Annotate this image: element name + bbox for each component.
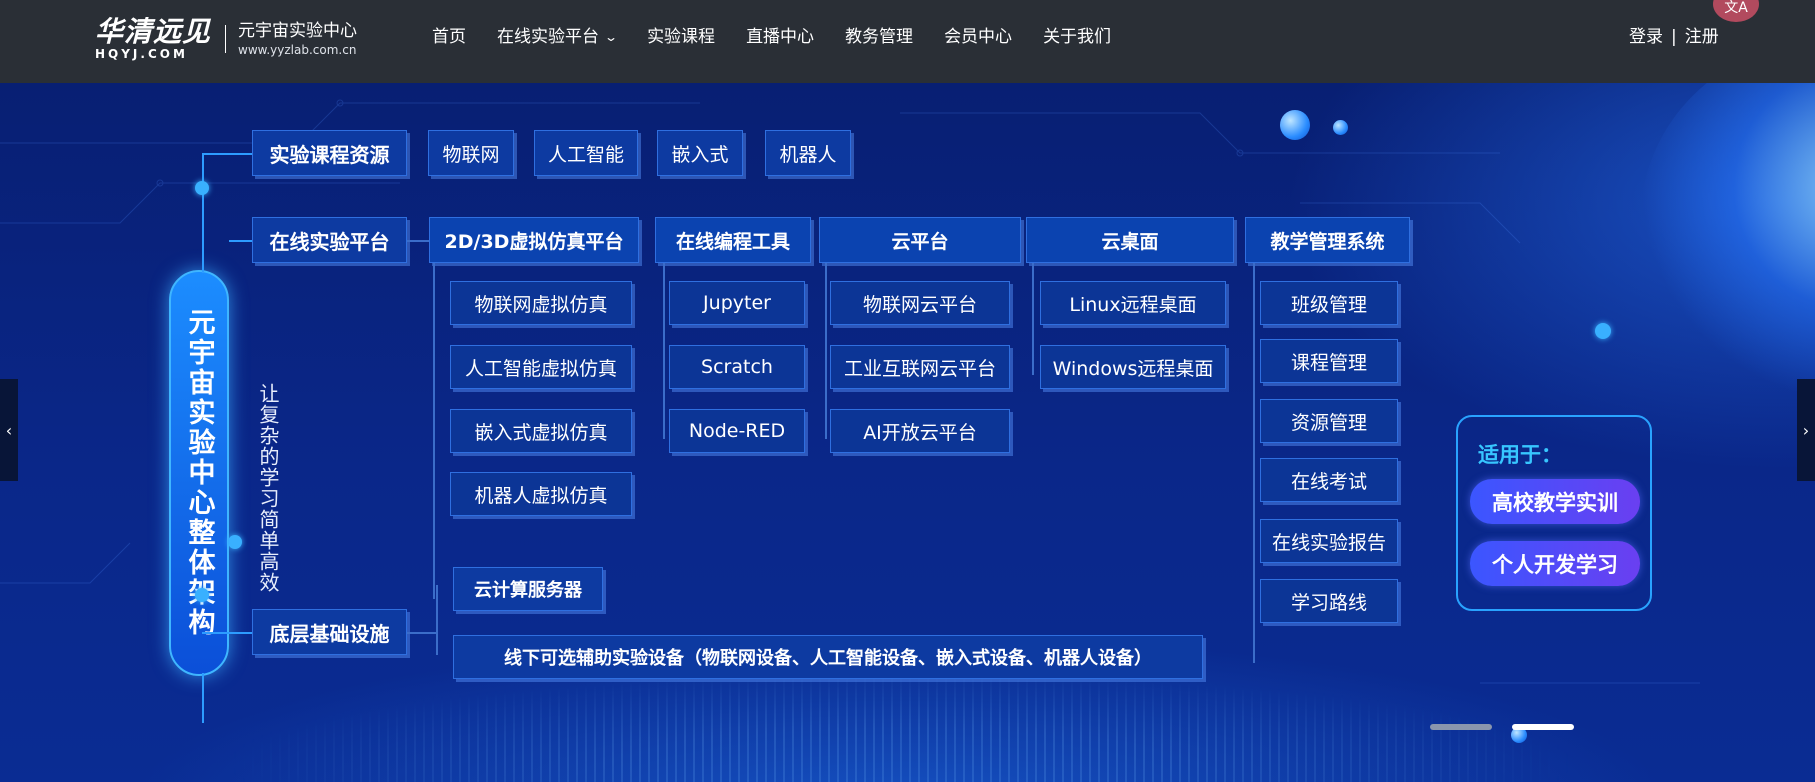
site-header: 华清远见 HQYJ.COM 元宇宙实验中心 www.yyzlab.com.cn … [0, 0, 1815, 83]
hero-banner: 元宇宙实验中心整体架构 让复杂的学习简单高效 实验课程资源 物联网 人工智能 嵌… [0, 83, 1815, 782]
connector [407, 240, 429, 242]
nav-online-platform-label: 在线实验平台 [497, 27, 599, 47]
connector-node [1595, 323, 1611, 339]
connector-node [195, 588, 209, 602]
logo-subtitle: 元宇宙实验中心 www.yyzlab.com.cn [238, 20, 357, 58]
connector [1253, 263, 1255, 663]
course-ai[interactable]: 人工智能 [534, 130, 638, 176]
course-embedded[interactable]: 嵌入式 [657, 130, 743, 176]
logo-cn: 华清远见 [95, 15, 212, 48]
tool-node-red[interactable]: Node-RED [669, 409, 805, 453]
nav-academic-label: 教务管理 [845, 27, 914, 47]
connector-node [228, 535, 242, 549]
login-link[interactable]: 登录 [1629, 25, 1663, 49]
nav-online-platform[interactable]: 在线实验平台 ⌄ [497, 25, 619, 49]
connector [433, 263, 435, 599]
logo-divider [225, 25, 227, 53]
slide-indicator[interactable] [1430, 724, 1492, 730]
sim-ai[interactable]: 人工智能虚拟仿真 [450, 345, 632, 389]
chevron-down-icon: ⌄ [603, 30, 619, 44]
connector-node [195, 181, 209, 195]
carousel-indicators [1430, 724, 1574, 730]
chevron-right-icon: › [1802, 420, 1810, 440]
infrastructure-label: 底层基础设施 [252, 609, 407, 655]
architecture-title-pill: 元宇宙实验中心整体架构 [169, 270, 229, 676]
connector [202, 153, 204, 273]
desktop-windows[interactable]: Windows远程桌面 [1040, 345, 1226, 389]
infra-offline-devices[interactable]: 线下可选辅助实验设备（物联网设备、人工智能设备、嵌入式设备、机器人设备） [453, 635, 1203, 679]
connector [202, 673, 204, 723]
carousel-prev-button[interactable]: ‹ [0, 379, 18, 481]
connector [202, 153, 252, 155]
mgmt-exam[interactable]: 在线考试 [1260, 458, 1398, 502]
sim-robotics[interactable]: 机器人虚拟仿真 [450, 472, 632, 516]
applicable-panel: 适用于： 高校教学实训 个人开发学习 [1456, 415, 1652, 611]
translate-icon[interactable]: 文A [1713, 0, 1759, 22]
coding-tools-header: 在线编程工具 [655, 217, 811, 263]
nav-about-label: 关于我们 [1043, 27, 1112, 47]
cloud-industrial[interactable]: 工业互联网云平台 [830, 345, 1010, 389]
tool-jupyter[interactable]: Jupyter [669, 281, 805, 325]
carousel-next-button[interactable]: › [1797, 379, 1815, 481]
teaching-mgmt-header: 教学管理系统 [1245, 217, 1410, 263]
online-platform-label: 在线实验平台 [252, 217, 407, 263]
nav-live[interactable]: 直播中心 [746, 25, 814, 49]
course-robotics[interactable]: 机器人 [765, 130, 851, 176]
sim-iot[interactable]: 物联网虚拟仿真 [450, 281, 632, 325]
applicable-personal-learning[interactable]: 个人开发学习 [1470, 541, 1640, 586]
cloud-ai[interactable]: AI开放云平台 [830, 409, 1010, 453]
architecture-subtitle: 让复杂的学习简单高效 [256, 383, 280, 593]
decorative-orb [1280, 110, 1310, 140]
logo-subtitle-url: www.yyzlab.com.cn [238, 43, 357, 57]
course-iot[interactable]: 物联网 [428, 130, 514, 176]
mgmt-class[interactable]: 班级管理 [1260, 281, 1398, 325]
mgmt-course[interactable]: 课程管理 [1260, 339, 1398, 383]
cloud-platform-header: 云平台 [819, 217, 1021, 263]
connector [229, 240, 252, 242]
applicable-title: 适用于： [1478, 443, 1562, 467]
slide-indicator-active[interactable] [1512, 724, 1574, 730]
logo-subtitle-cn: 元宇宙实验中心 [238, 21, 358, 41]
nav-academic[interactable]: 教务管理 [845, 25, 913, 49]
main-nav: 首页 在线实验平台 ⌄ 实验课程 直播中心 教务管理 会员中心 关于我们 [432, 25, 1142, 49]
sim-platform-header: 2D/3D虚拟仿真平台 [429, 217, 639, 263]
infra-cloud-server[interactable]: 云计算服务器 [453, 567, 603, 611]
cloud-desktop-header: 云桌面 [1026, 217, 1234, 263]
chevron-left-icon: ‹ [5, 420, 13, 440]
nav-member-label: 会员中心 [944, 27, 1013, 47]
connector [825, 263, 827, 439]
decorative-orb [1333, 120, 1348, 135]
nav-live-label: 直播中心 [746, 27, 815, 47]
tool-scratch[interactable]: Scratch [669, 345, 805, 389]
connector [202, 632, 252, 634]
cloud-iot[interactable]: 物联网云平台 [830, 281, 1010, 325]
connector [1032, 263, 1034, 375]
applicable-university-training[interactable]: 高校教学实训 [1470, 479, 1640, 524]
nav-about[interactable]: 关于我们 [1043, 25, 1111, 49]
nav-courses-label: 实验课程 [647, 27, 716, 47]
mgmt-resource[interactable]: 资源管理 [1260, 399, 1398, 443]
mgmt-learning-path[interactable]: 学习路线 [1260, 579, 1398, 623]
course-resources-label: 实验课程资源 [252, 130, 407, 176]
auth-divider: | [1671, 27, 1677, 47]
logo-en: HQYJ.COM [95, 47, 188, 61]
connector [663, 263, 665, 439]
nav-courses[interactable]: 实验课程 [647, 25, 715, 49]
nav-member[interactable]: 会员中心 [944, 25, 1012, 49]
connector [436, 585, 438, 655]
sim-embedded[interactable]: 嵌入式虚拟仿真 [450, 409, 632, 453]
register-link[interactable]: 注册 [1685, 25, 1719, 49]
logo-mark: 华清远见 HQYJ.COM [95, 15, 212, 62]
auth-links: 登录 | 注册 [1629, 25, 1719, 49]
desktop-linux[interactable]: Linux远程桌面 [1040, 281, 1226, 325]
logo[interactable]: 华清远见 HQYJ.COM 元宇宙实验中心 www.yyzlab.com.cn [95, 14, 357, 64]
nav-home-label: 首页 [432, 27, 466, 47]
mgmt-report[interactable]: 在线实验报告 [1260, 519, 1398, 563]
connector [407, 632, 436, 634]
nav-home[interactable]: 首页 [432, 25, 466, 49]
